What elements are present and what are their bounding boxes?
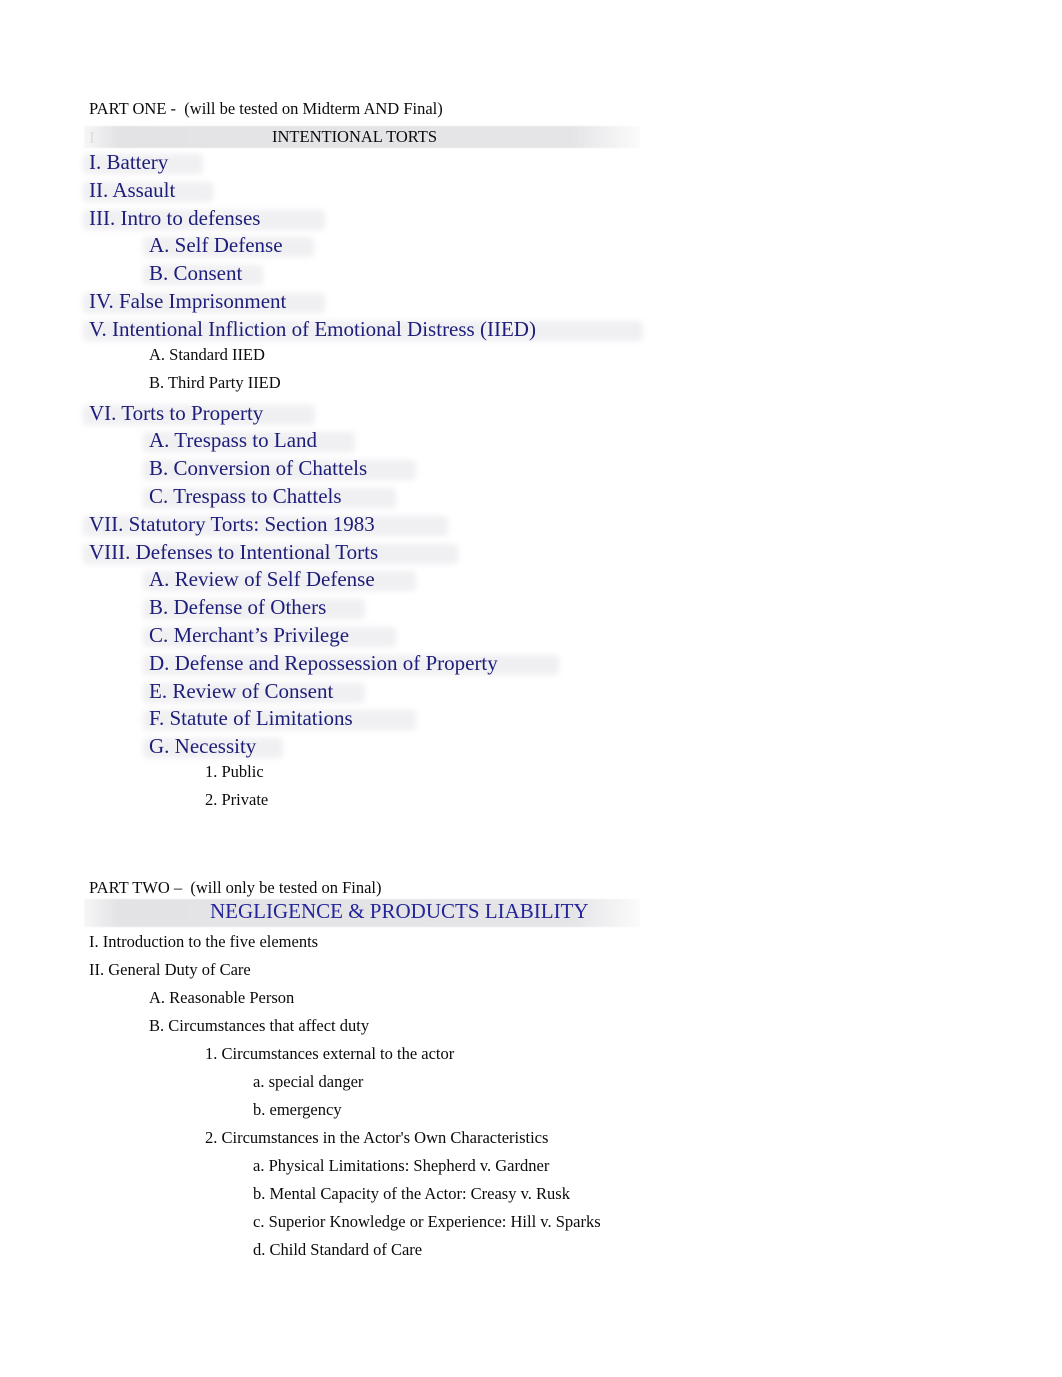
part-one-outline-item: I. Battery [89,150,169,174]
part-one-outline-item: C. Merchant’s Privilege [149,623,350,647]
part-two-label: PART TWO – (will only be tested on Final… [89,878,382,897]
part-two-outline-item: b. emergency [253,1100,342,1119]
part-one-outline-item: VI. Torts to Property [89,400,264,425]
part-one-outline-item: III. Intro to defenses [89,205,261,230]
part-one-outline-item: VII. Statutory Torts: Section 1983 [89,511,375,536]
part-two-outline-item: II. General Duty of Care [89,960,251,979]
part-one-outline-item: VIII. Defenses to Intentional Torts [89,539,379,564]
part-two-outline-item: 1. Circumstances external to the actor [205,1044,455,1063]
part-one-outline-item: 2. Private [205,790,269,809]
part-one-outline-item: C. Trespass to Chattels [149,484,342,508]
part-two-outline-item: a. special danger [253,1072,364,1091]
part-two-outline-item: B. Circumstances that affect duty [149,1016,370,1035]
part-one-outline-item: A. Review of Self Defense [149,567,375,592]
part-one-outline-item: B. Consent [149,261,243,286]
part-two-outline-item: d. Child Standard of Care [253,1240,423,1259]
part-one-label: PART ONE - (will be tested on Midterm AN… [89,99,443,118]
part-two-outline-item: a. Physical Limitations: Shepherd v. Gar… [253,1156,550,1175]
part-one-outline-item: A. Self Defense [149,233,283,258]
part-two-banner-title: NEGLIGENCE & PRODUCTS LIABILITY [210,899,589,923]
part-one-outline-item: G. Necessity [149,734,257,759]
part-two-outline-item: I. Introduction to the five elements [89,932,319,951]
part-one-banner-ghost-glyph: I [89,128,95,147]
part-one-outline-item: A. Trespass to Land [149,428,318,453]
part-one-outline-item: E. Review of Consent [149,678,334,703]
part-one-outline-item: V. Intentional Infliction of Emotional D… [89,316,536,341]
document-page: PART ONE - (will be tested on Midterm AN… [0,0,1062,1377]
part-two-outline-item: c. Superior Knowledge or Experience: Hil… [253,1212,601,1231]
part-two-outline-item: 2. Circumstances in the Actor's Own Char… [205,1128,549,1147]
part-one-outline-item: B. Conversion of Chattels [149,456,368,481]
part-two-outline-item: b. Mental Capacity of the Actor: Creasy … [253,1184,570,1203]
part-one-outline-item: B. Third Party IIED [149,372,281,392]
part-two-outline-item: A. Reasonable Person [149,988,295,1007]
part-one-outline-item: 1. Public [205,762,264,781]
part-one-outline-item: F. Statute of Limitations [149,706,353,731]
part-one-outline-item: D. Defense and Repossession of Property [149,650,498,675]
part-one-outline-item: B. Defense of Others [149,595,327,620]
part-one-banner-title: INTENTIONAL TORTS [272,127,438,146]
part-one-outline-item: A. Standard IIED [149,344,265,364]
part-one-outline-item: II. Assault [89,177,176,202]
part-one-outline-item: IV. False Imprisonment [89,289,287,313]
